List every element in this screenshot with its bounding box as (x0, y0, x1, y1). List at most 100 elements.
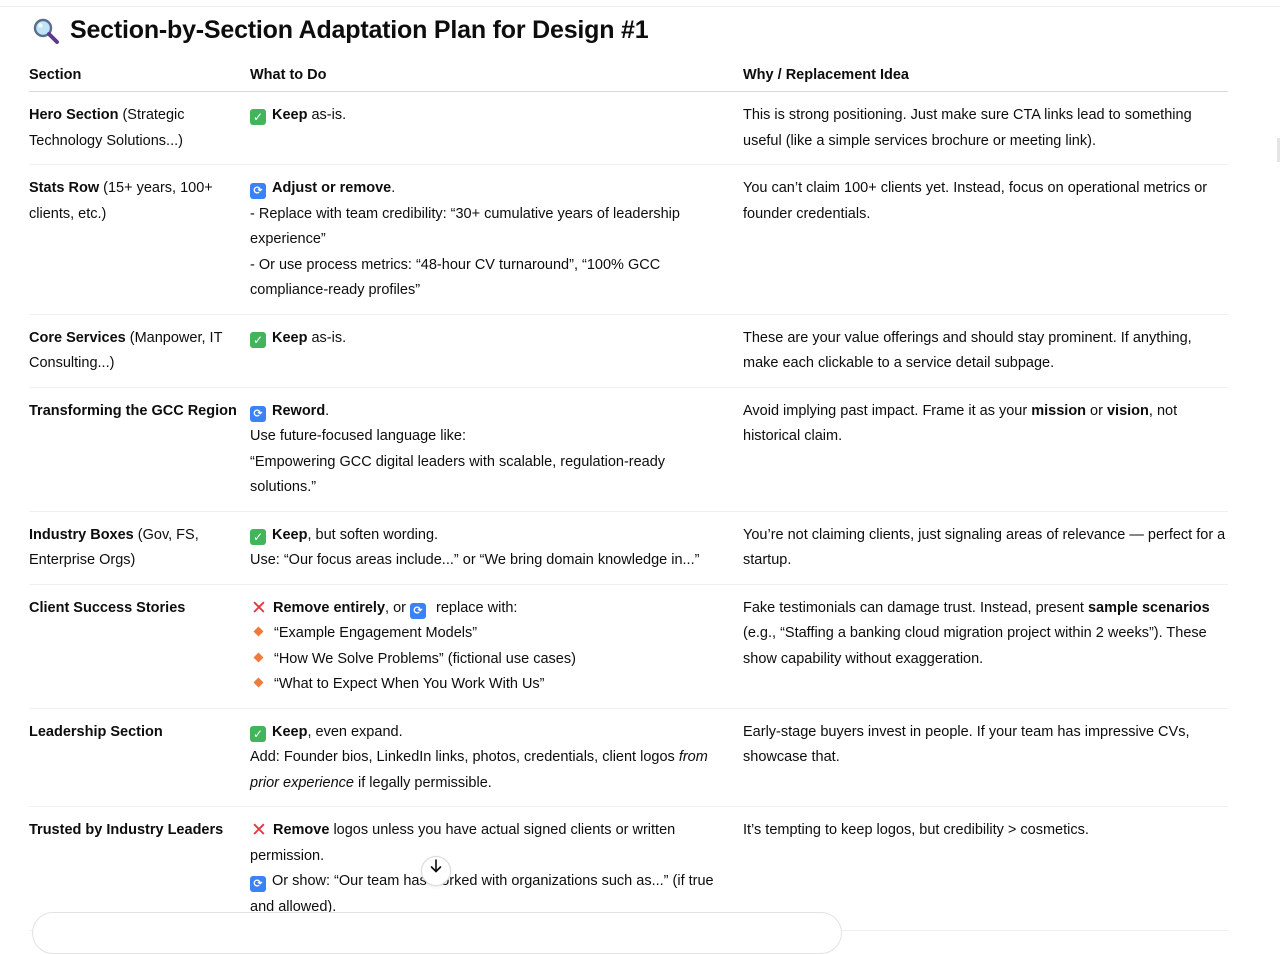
cell-why: You can’t claim 100+ clients yet. Instea… (743, 164, 1228, 315)
todo-action: Keep (272, 723, 308, 740)
cell-section: Transforming the GCC Region (29, 387, 250, 512)
todo-line: Add: Founder bios, LinkedIn links, photo… (250, 745, 731, 796)
section-name: Industry Boxes (29, 526, 134, 543)
todo-text: “Empowering GCC digital leaders with sca… (250, 453, 666, 496)
todo-text: , but soften wording. (307, 526, 439, 543)
todo-line: ✓ Keep, but soften wording. (250, 523, 731, 549)
emphasis: mission (1031, 402, 1087, 419)
cycle-icon: ⟳ (250, 183, 266, 199)
table-row: Transforming the GCC Region ⟳ Reword. Use f… (29, 387, 1228, 512)
check-icon: ✓ (250, 528, 266, 545)
column-header-what-to-do: What to Do (250, 61, 743, 92)
cell-what-to-do: ✓ Keep as-is. (250, 314, 743, 388)
cell-what-to-do: ✓ Keep as-is. (250, 91, 743, 165)
cell-section: Industry Boxes (Gov, FS, Enterprise Orgs… (29, 511, 250, 585)
cell-section: Core Services (Manpower, IT Consulting..… (29, 314, 250, 388)
text-run: (e.g., “Staffing a banking cloud migrati… (743, 625, 1207, 667)
arrow-down-icon (428, 858, 444, 884)
todo-text: . (325, 402, 330, 419)
todo-action: Keep (272, 329, 308, 346)
check-icon: ✓ (250, 109, 266, 125)
section-name: Stats Row (29, 180, 100, 196)
cell-what-to-do: ✓ Keep, even expand. Add: Founder bios, Li… (250, 708, 743, 807)
todo-text: Or show: “Our team has worked with organ… (250, 873, 714, 915)
todo-text: as-is. (307, 107, 347, 123)
text-run: Fake testimonials can damage trust. Inst… (743, 599, 1088, 616)
cell-what-to-do: ⟳ Reword. Use future-focused language like… (250, 387, 743, 512)
section-name: Client Success Stories (29, 599, 186, 616)
why-text: This is strong positioning. Just make su… (743, 107, 1192, 149)
todo-text: Use future-focused language like: (250, 428, 467, 444)
cell-why: This is strong positioning. Just make su… (743, 91, 1228, 165)
todo-action: Remove (273, 822, 330, 838)
todo-text: replace with: (432, 599, 518, 616)
bullet-diamond-icon (253, 677, 264, 688)
todo-text: - Or use process metrics: “48-hour CV tu… (250, 256, 661, 299)
todo-line: “Example Engagement Models” (250, 621, 731, 647)
text-run: or (1086, 402, 1107, 419)
bullet-diamond-icon (253, 626, 264, 637)
emphasis: vision (1106, 402, 1149, 419)
text-run: Add: Founder bios, LinkedIn links, photo… (250, 749, 679, 765)
todo-text: Use: “Our focus areas include...” or “We… (250, 552, 700, 568)
cell-section: Hero Section (Strategic Technology Solut… (29, 91, 250, 165)
text-run: Avoid implying past impact. Frame it as … (743, 402, 1032, 419)
todo-text: , or (385, 599, 411, 616)
todo-action: Reword (272, 402, 326, 419)
bullet-diamond-icon (253, 652, 264, 662)
cycle-icon: ⟳ (250, 405, 266, 422)
todo-line: ⟳ Reword. (250, 399, 731, 425)
page-title: Section-by-Section Adaptation Plan for D… (70, 16, 649, 45)
why-text: Early-stage buyers invest in people. If … (743, 723, 1190, 766)
todo-line: “Empowering GCC digital leaders with sca… (250, 450, 731, 501)
todo-line: ⟳ Adjust or remove. (250, 176, 731, 202)
todo-line: ✓ Keep, even expand. (250, 720, 731, 746)
emphasis: sample scenarios (1087, 599, 1210, 616)
todo-line: ✕ Remove entirely, or ⟳ replace with: (250, 596, 731, 622)
why-text: You can’t claim 100+ clients yet. Instea… (743, 180, 1208, 222)
cell-why: Fake testimonials can damage trust. Inst… (743, 584, 1228, 709)
cross-icon: ✕ (251, 820, 267, 841)
cycle-icon: ⟳ (410, 602, 427, 619)
cell-section: Client Success Stories (29, 584, 250, 709)
cycle-icon: ⟳ (250, 876, 266, 892)
todo-line: - Replace with team credibility: “30+ cu… (250, 202, 731, 253)
why-text: These are your value offerings and shoul… (743, 329, 1192, 372)
message-composer[interactable] (32, 912, 842, 954)
todo-action: Keep (272, 107, 308, 123)
section-heading: Section-by-Section Adaptation Plan for D… (32, 14, 649, 48)
why-text: It’s tempting to keep logos, but credibi… (743, 822, 1089, 838)
todo-line: “How We Solve Problems” (fictional use c… (250, 647, 731, 673)
todo-text: . (391, 180, 396, 196)
cell-what-to-do: ✓ Keep, but soften wording. Use: “Our focu… (250, 511, 743, 585)
scroll-to-bottom-button[interactable] (421, 856, 451, 886)
table-row: Leadership Section ✓ Keep, even expand. Add… (29, 708, 1228, 807)
section-name: Hero Section (29, 107, 119, 123)
text-run: if legally permissible. (353, 774, 492, 791)
table-row: Core Services (Manpower, IT Consulting..… (29, 314, 1228, 388)
column-header-why: Why / Replacement Idea (743, 61, 1228, 92)
magnifier-icon (32, 17, 60, 45)
todo-line: - Or use process metrics: “48-hour CV tu… (250, 253, 731, 304)
todo-text: , even expand. (307, 723, 403, 740)
cell-section: Stats Row (15+ years, 100+ clients, etc.… (29, 164, 250, 315)
column-header-section: Section (29, 61, 250, 92)
list-item: “Example Engagement Models” (274, 625, 478, 641)
todo-action: Keep (272, 526, 308, 543)
top-divider (0, 6, 1280, 7)
table-row: Client Success Stories ✕ Remove entirely, … (29, 584, 1228, 709)
table-header-row: Section What to Do Why / Replacement Ide… (29, 61, 1228, 92)
check-icon: ✓ (250, 331, 266, 348)
section-name: Trusted by Industry Leaders (29, 822, 224, 838)
todo-line: “What to Expect When You Work With Us” (250, 672, 731, 698)
cell-section: Leadership Section (29, 708, 250, 807)
todo-action: Adjust or remove (272, 180, 392, 196)
cell-what-to-do: ⟳ Adjust or remove. - Replace with team cr… (250, 164, 743, 315)
todo-line: Use: “Our focus areas include...” or “We… (250, 548, 731, 574)
todo-line: ✓ Keep as-is. (250, 326, 731, 352)
todo-text: as-is. (307, 329, 347, 346)
cell-why: Avoid implying past impact. Frame it as … (743, 387, 1228, 512)
cell-why: Early-stage buyers invest in people. If … (743, 708, 1228, 807)
cell-why: You’re not claiming clients, just signal… (743, 511, 1228, 585)
section-name: Core Services (29, 329, 126, 346)
